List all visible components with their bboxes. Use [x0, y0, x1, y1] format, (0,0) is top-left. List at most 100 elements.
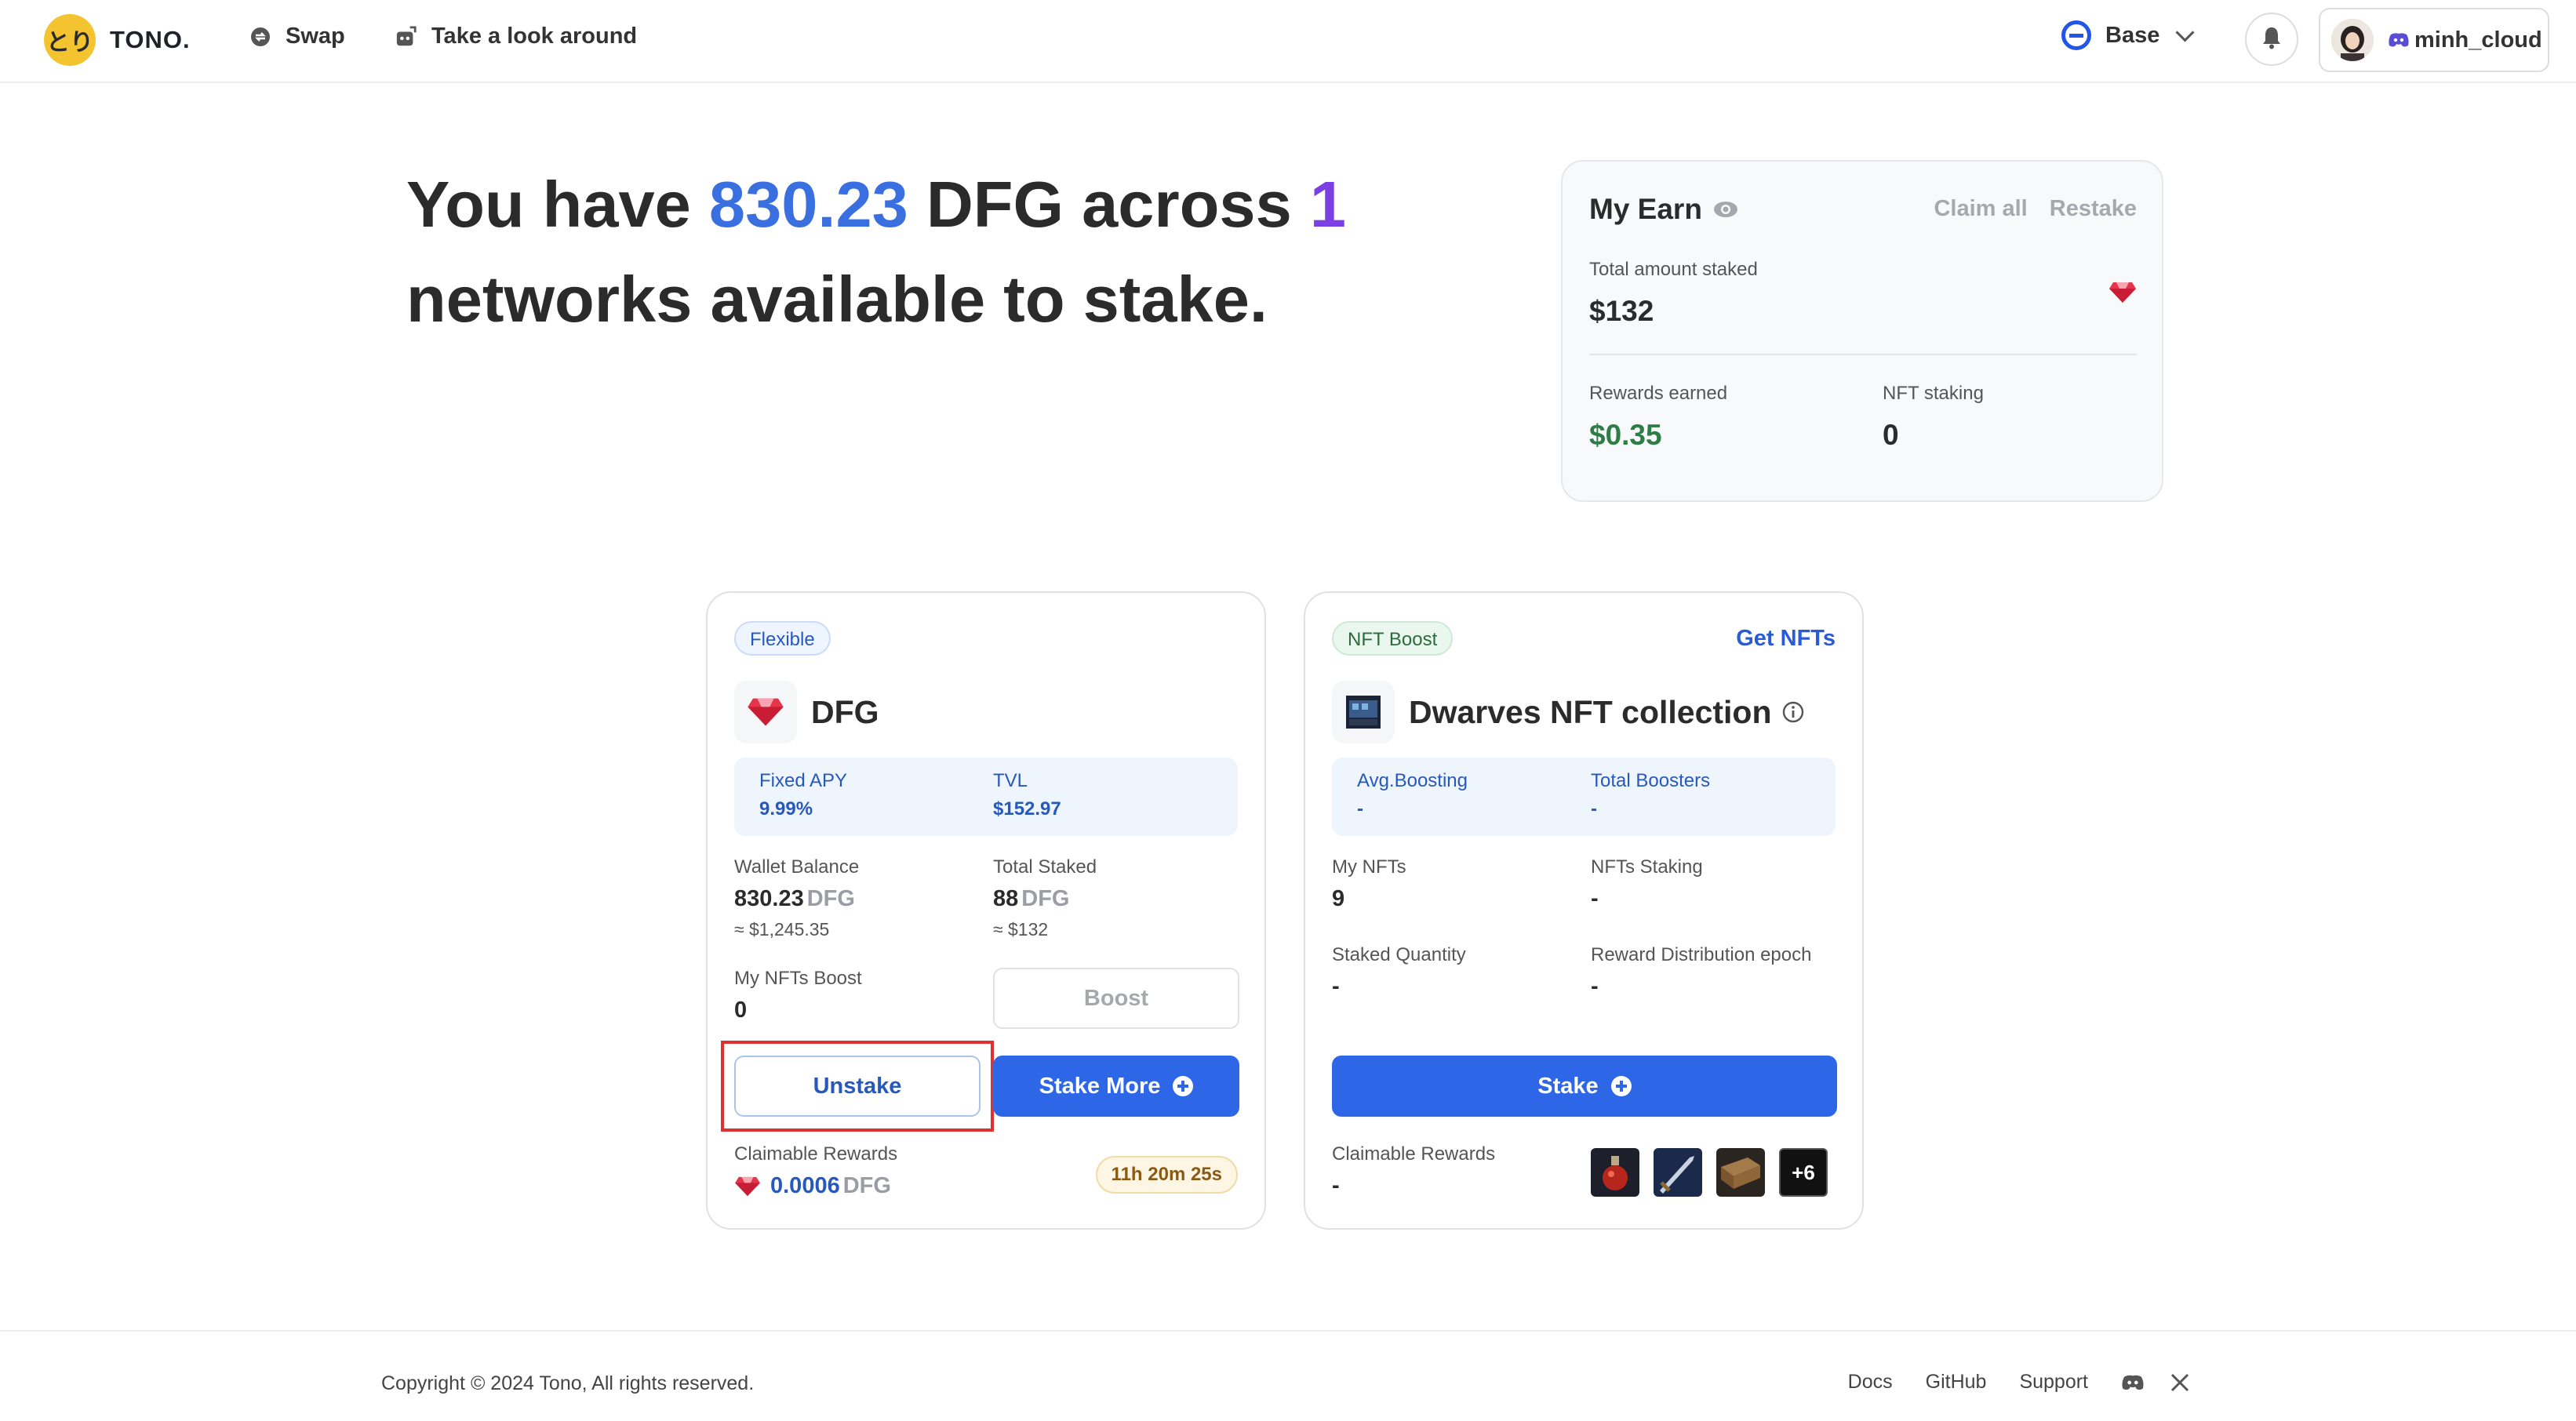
notifications-button[interactable] [2245, 13, 2298, 66]
my-nfts-label: My NFTs [1332, 856, 1406, 878]
sword-nft-thumbnail[interactable] [1654, 1148, 1702, 1197]
countdown-timer: 11h 20m 25s [1095, 1156, 1238, 1194]
claimable-rewards-value: - [1332, 1173, 1340, 1198]
footer-link-support[interactable]: Support [2019, 1371, 2088, 1394]
total-staked-label: Total amount staked [1589, 259, 1758, 280]
footer-links: Docs GitHub Support [1815, 1371, 2190, 1394]
my-earn-title: My Earn [1589, 193, 1738, 226]
token-header: DFG [734, 681, 879, 743]
hero-text: You have [406, 168, 709, 241]
rewards-earned-value: $0.35 [1589, 419, 1662, 451]
nfts-boost-label: My NFTs Boost [734, 968, 862, 989]
earn-title-text: My Earn [1589, 193, 1702, 225]
stake-label: Stake [1537, 1073, 1599, 1099]
copyright-text: Copyright © 2024 Tono, All rights reserv… [381, 1372, 755, 1394]
info-icon[interactable] [1781, 700, 1805, 724]
nft-staking-label: NFT staking [1883, 383, 1984, 404]
total-boosters-value: - [1591, 798, 1597, 820]
staked-quantity-value: - [1332, 974, 1340, 999]
total-boosters-label: Total Boosters [1591, 770, 1711, 791]
footer-link-github[interactable]: GitHub [1926, 1371, 1987, 1394]
my-earn-panel: My Earn Claim all Restake Total amount st… [1561, 160, 2163, 502]
stake-more-label: Stake More [1039, 1073, 1161, 1099]
boost-button[interactable]: Boost [993, 968, 1239, 1029]
footer-link-docs[interactable]: Docs [1848, 1371, 1893, 1394]
wallet-unit: DFG [806, 886, 855, 911]
tour-icon [395, 25, 417, 48]
staked-quantity-label: Staked Quantity [1332, 944, 1466, 965]
swap-icon [249, 26, 271, 48]
nft-staking-value: 0 [1883, 419, 1899, 451]
nav-link-label: Take a look around [431, 24, 638, 49]
stake-button[interactable]: Stake [1332, 1056, 1837, 1117]
claimable-rewards-label: Claimable Rewards [1332, 1143, 1496, 1165]
chevron-down-icon [2175, 22, 2195, 42]
collection-title-text: Dwarves NFT collection [1409, 693, 1772, 730]
token-name: DFG [811, 693, 879, 730]
nft-boost-tag: NFT Boost [1332, 621, 1454, 656]
username-label: minh_cloud [2414, 27, 2542, 53]
total-staked-value: $132 [1589, 295, 1654, 327]
collection-header: Dwarves NFT collection [1332, 681, 1805, 743]
rewards-earned-label: Rewards earned [1589, 383, 1728, 404]
wallet-balance-label: Wallet Balance [734, 856, 860, 878]
wallet-amount: 830.23 [734, 886, 804, 911]
network-name: Base [2105, 22, 2160, 48]
staked-unit: DFG [1021, 886, 1070, 911]
brand-name: TONO. [110, 26, 191, 53]
apy-label: Fixed APY [759, 770, 848, 791]
top-navbar: とり TONO. Swap Take a look around Base mi… [0, 0, 2576, 83]
nav-link-swap[interactable]: Swap [249, 24, 345, 49]
discord-icon[interactable] [2121, 1374, 2145, 1391]
apy-value: 9.99% [759, 798, 813, 820]
avg-boosting-label: Avg.Boosting [1357, 770, 1468, 791]
more-nfts-badge[interactable]: +6 [1779, 1148, 1828, 1197]
bell-icon [2260, 25, 2283, 54]
staked-amount: 88 [993, 886, 1019, 911]
get-nfts-link[interactable]: Get NFTs [1736, 626, 1836, 652]
restake-button[interactable]: Restake [2050, 196, 2137, 221]
claimable-unit: DFG [842, 1173, 891, 1198]
earn-actions: Claim all Restake [1912, 196, 2137, 222]
nft-boost-card: NFT Boost Get NFTs Dwarves NFT collectio… [1304, 591, 1864, 1230]
potion-nft-thumbnail[interactable] [1591, 1148, 1639, 1197]
reward-epoch-label: Reward Distribution epoch [1591, 944, 1812, 965]
hero-heading: You have 830.23 DFG across 1 networks av… [406, 157, 1426, 347]
hero-network-count: 1 [1309, 168, 1346, 241]
hero-text: DFG across [908, 168, 1310, 241]
hero-text: networks available to stake. [406, 263, 1268, 336]
divider [1589, 354, 2137, 355]
claimable-amount: 0.0006 [770, 1173, 840, 1198]
apy-tvl-box: Fixed APY 9.99% TVL $152.97 [734, 758, 1238, 836]
gem-icon [734, 681, 797, 743]
gem-icon [734, 1176, 761, 1197]
unstake-button[interactable]: Unstake [734, 1056, 981, 1117]
user-menu-button[interactable]: minh_cloud [2319, 8, 2549, 72]
flexible-tag: Flexible [734, 621, 831, 656]
discord-icon [2388, 32, 2410, 48]
nfts-staking-label: NFTs Staking [1591, 856, 1703, 878]
collection-icon [1332, 681, 1395, 743]
avg-boosting-value: - [1357, 798, 1363, 820]
avatar [2331, 19, 2374, 61]
nav-link-tour[interactable]: Take a look around [395, 24, 637, 49]
boosting-info-box: Avg.Boosting - Total Boosters - [1332, 758, 1836, 836]
claim-all-button[interactable]: Claim all [1934, 196, 2027, 221]
plus-circle-icon [1173, 1076, 1194, 1096]
brand-logo[interactable]: とり TONO. [44, 14, 191, 66]
wallet-usd: ≈ $1,245.35 [734, 919, 830, 939]
chest-nft-thumbnail[interactable] [1716, 1148, 1765, 1197]
nfts-staking-value: - [1591, 886, 1599, 911]
stake-more-button[interactable]: Stake More [993, 1056, 1239, 1117]
eye-icon[interactable] [1713, 193, 1738, 226]
network-selector[interactable]: Base [2061, 20, 2195, 50]
staked-usd: ≈ $132 [993, 919, 1049, 939]
claimable-rewards-label: Claimable Rewards [734, 1143, 898, 1165]
x-twitter-icon[interactable] [2170, 1372, 2190, 1393]
username: minh_cloud [2388, 27, 2542, 53]
logo-badge: とり [44, 14, 96, 66]
total-staked-label: Total Staked [993, 856, 1097, 878]
base-network-icon [2061, 20, 2091, 50]
tvl-value: $152.97 [993, 798, 1061, 820]
nfts-boost-value: 0 [734, 998, 748, 1023]
